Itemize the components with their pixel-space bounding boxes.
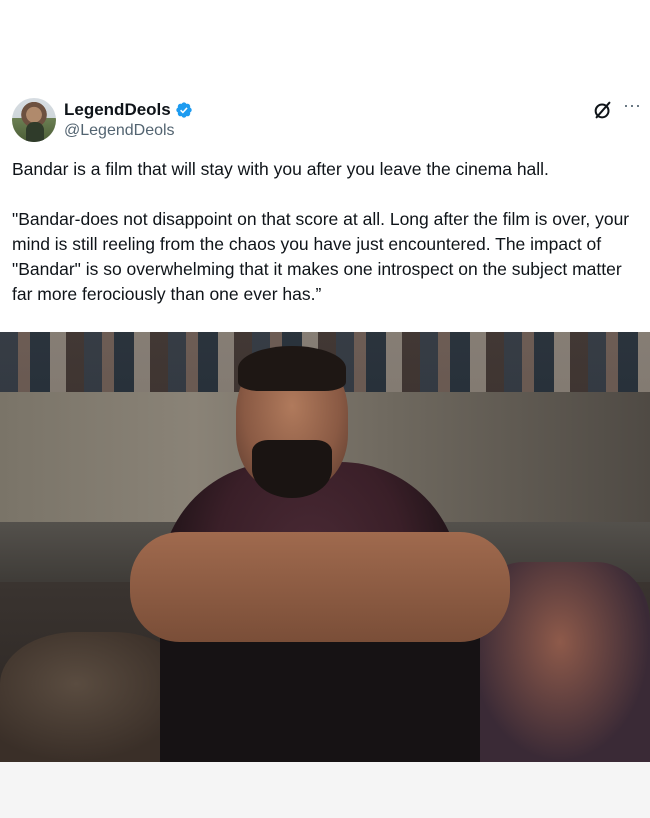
more-options-icon[interactable]: ··· — [622, 96, 642, 117]
tweet-paragraph: Bandar is a film that will stay with you… — [12, 159, 549, 179]
tweet-text: Bandar is a film that will stay with you… — [12, 157, 642, 307]
man-hair — [238, 346, 346, 391]
verified-badge-icon — [176, 102, 192, 118]
author-avatar[interactable] — [12, 98, 56, 142]
man-arms — [130, 532, 510, 642]
tweet-card: LegendDeols @LegendDeols ··· Bandar is a… — [0, 0, 650, 818]
grok-icon[interactable] — [592, 99, 614, 121]
bottom-spacer — [0, 762, 650, 818]
man-beard — [252, 440, 332, 498]
tweet-paragraph: "Bandar-does not disappoint on that scor… — [12, 209, 634, 304]
tweet-header: LegendDeols @LegendDeols ··· — [12, 95, 641, 145]
author-name-row: LegendDeols — [64, 99, 193, 121]
author-handle[interactable]: @LegendDeols — [64, 122, 175, 140]
tweet-media-photo[interactable] — [0, 332, 650, 762]
author-display-name[interactable]: LegendDeols — [64, 100, 171, 120]
